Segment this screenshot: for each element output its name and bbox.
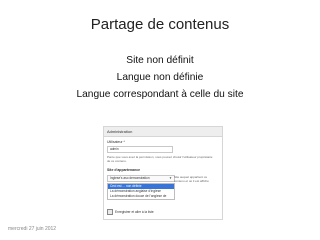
save-checkbox-row[interactable]: Enregistrer et aller à la liste (107, 209, 154, 215)
screenshot-form: Utilisateur * admin Parce que vous avez … (107, 140, 217, 200)
user-field-help: Parce que vous avez la permission, vous … (107, 155, 213, 163)
embedded-screenshot: Administration Utilisateur * admin Parce… (103, 126, 223, 220)
user-field-label: Utilisateur * (107, 140, 125, 144)
site-dropdown: Ceci est ... non définie La démonstratio… (107, 183, 175, 200)
checkbox[interactable] (107, 209, 113, 215)
site-section-label: Site d'appartenance (107, 168, 141, 172)
site-select[interactable]: Inglese's aso demonstration ▼ (107, 175, 175, 182)
site-hint: Site auquel appartient ce contenu et où … (174, 175, 209, 183)
footer-date: mercredi 27 juin 2012 (8, 226, 57, 232)
bullet-site-undefined: Site non définit (126, 55, 194, 66)
checkbox-label: Enregistrer et aller à la liste (115, 209, 154, 214)
site-select-value: Inglese's aso demonstration (110, 176, 150, 180)
screenshot-header: Administration (104, 127, 222, 137)
user-field[interactable]: admin (107, 146, 173, 153)
dropdown-option[interactable]: La démonstration douce de l'anglese de (108, 194, 174, 199)
bullet-language-undefined: Langue non définie (116, 72, 204, 83)
bullet-list: Site non définit Langue non définie Lang… (0, 52, 320, 103)
slide: Partage de contenus Site non définit Lan… (0, 0, 320, 240)
bullet-language-matching-site: Langue correspondant à celle du site (76, 89, 244, 100)
slide-title: Partage de contenus (90, 16, 230, 33)
chevron-down-icon: ▼ (169, 176, 172, 180)
